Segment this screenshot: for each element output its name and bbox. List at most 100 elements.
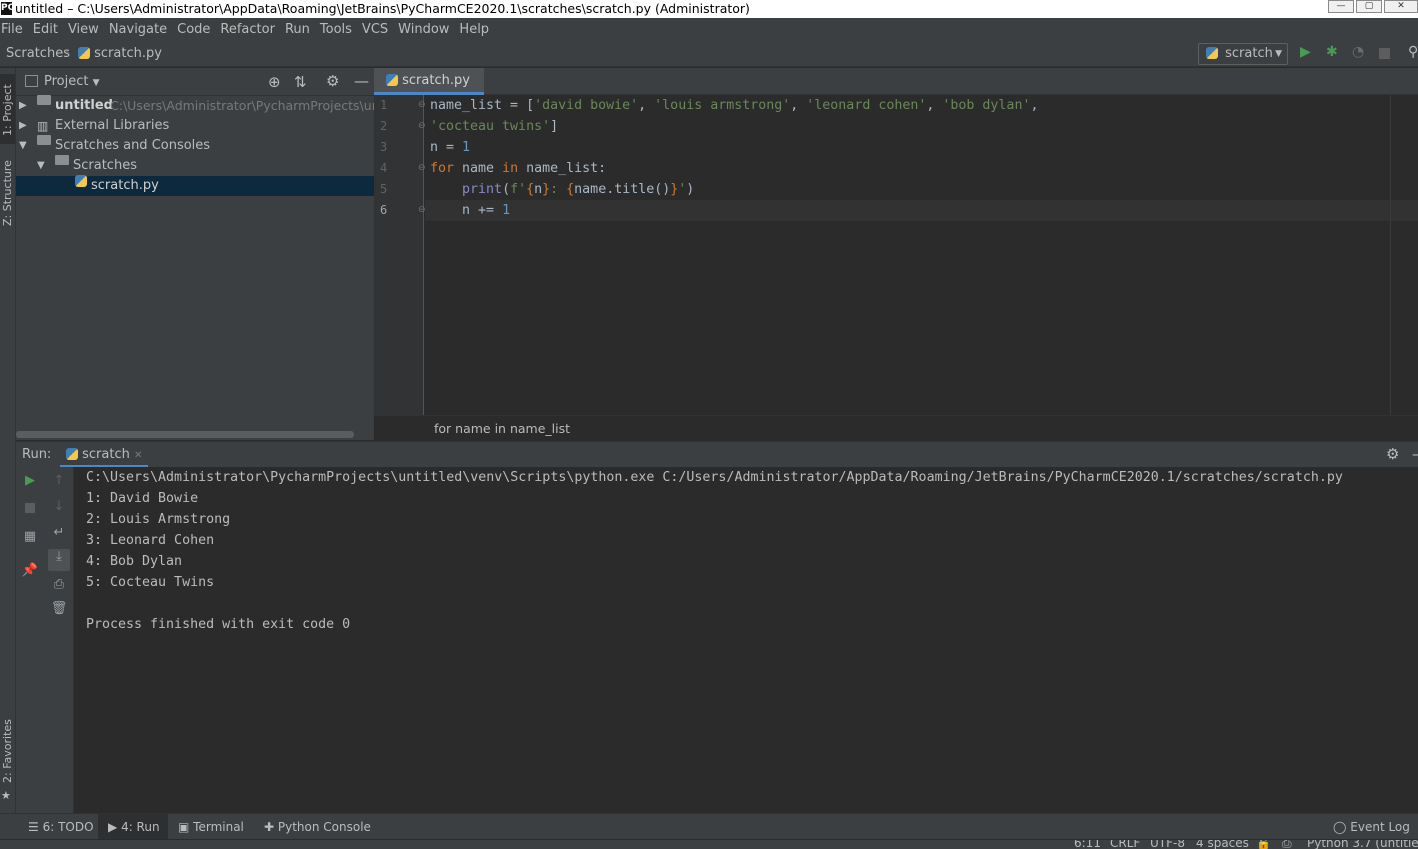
menu-window[interactable]: Window <box>394 18 453 42</box>
tree-item-path: C:\Users\Administrator\PycharmProjects\u… <box>110 98 393 113</box>
run-console[interactable]: C:\Users\Administrator\PycharmProjects\u… <box>74 467 1418 813</box>
code-editor[interactable]: name_list = ['david bowie', 'louis armst… <box>425 95 1418 415</box>
collapse-all-icon[interactable]: ⇅ <box>294 73 307 91</box>
terminal-icon: ▣ <box>178 820 190 834</box>
menu-vcs[interactable]: VCS <box>358 18 392 42</box>
list-icon: ☰ <box>28 820 39 834</box>
tool-window-event-log-label: Event Log <box>1350 820 1410 834</box>
caret-position[interactable]: 6:11 <box>1074 840 1101 849</box>
project-tool-tab[interactable]: 1: Project <box>0 74 15 144</box>
event-log-icon: ◯ <box>1333 820 1347 834</box>
down-arrow-icon[interactable]: ↓ <box>49 499 69 514</box>
breadcrumb-scratches[interactable]: Scratches <box>6 42 70 66</box>
gear-icon[interactable]: ⚙ <box>326 72 339 90</box>
file-encoding[interactable]: UTF-8 <box>1150 840 1185 849</box>
menu-code[interactable]: Code <box>173 18 214 42</box>
run-tab-scratch[interactable]: scratch ✕ <box>60 442 148 468</box>
project-tool-label: 1: Project <box>1 84 14 136</box>
menu-run[interactable]: Run <box>281 18 314 42</box>
hide-panel-icon[interactable]: — <box>354 72 369 90</box>
project-panel-header: Project ▼ ⊕ ⇅ ⚙ — <box>16 68 374 96</box>
code-line-5: print(f'{n}: {name.title()}') <box>462 182 695 197</box>
minimize-button[interactable]: — <box>1328 0 1354 13</box>
project-view-selector[interactable]: Project ▼ <box>44 68 100 97</box>
horizontal-scrollbar[interactable] <box>16 431 354 438</box>
menu-view[interactable]: View <box>64 18 103 42</box>
structure-tool-tab[interactable]: Z: Structure <box>0 160 15 240</box>
run-icon[interactable]: ▶ <box>1300 44 1311 60</box>
breadcrumb-file[interactable]: scratch.py <box>78 42 162 66</box>
tree-item-untitled[interactable]: ▶ untitled C:\Users\Administrator\Pychar… <box>16 95 393 116</box>
window-title: untitled – C:\Users\Administrator\AppDat… <box>15 1 750 16</box>
interpreter-icon: ⎙ <box>1282 839 1292 849</box>
tool-window-todo-label: 6: TODO <box>42 820 94 834</box>
left-tool-stripe: 1: Project Z: Structure 2: Favorites ★ <box>0 68 16 813</box>
project-view-label: Project <box>44 74 89 89</box>
print-icon[interactable]: ⎙ <box>49 577 69 592</box>
play-icon: ▶ <box>108 820 118 834</box>
run-configuration-label: scratch <box>1225 46 1273 61</box>
soft-wrap-icon[interactable]: ↵ <box>49 525 69 540</box>
run-toolbar-primary: ▶ ▦ 📌 <box>16 467 45 813</box>
run-configuration-select[interactable]: scratch ▼ <box>1198 43 1288 65</box>
chevron-down-icon: ▼ <box>37 160 45 171</box>
console-line: 5: Cocteau Twins <box>86 575 215 590</box>
stop-icon[interactable] <box>1379 48 1390 59</box>
tree-item-external-libraries[interactable]: ▶ ▥ External Libraries <box>16 116 374 136</box>
line-separator[interactable]: CRLF <box>1110 840 1140 849</box>
close-window-button[interactable]: ✕ <box>1384 0 1418 13</box>
tree-item-scratch-py[interactable]: scratch.py <box>16 175 374 196</box>
tool-window-event-log[interactable]: ◯ Event Log <box>1333 814 1410 840</box>
tree-item-scratches[interactable]: ▼ Scratches <box>16 155 374 176</box>
python-file-icon <box>386 73 398 86</box>
gear-icon[interactable]: ⚙ <box>1386 445 1399 463</box>
menu-file[interactable]: File <box>0 18 27 42</box>
pin-icon[interactable]: 📌 <box>20 563 40 578</box>
menu-help[interactable]: Help <box>455 18 493 42</box>
debug-icon[interactable]: ✱ <box>1326 44 1338 60</box>
editor-tab-scratch-py[interactable]: scratch.py ✕ <box>374 68 484 113</box>
line-number: 3 <box>380 140 388 154</box>
tool-window-python-console[interactable]: ✚ Python Console <box>264 814 371 840</box>
line-number: 4 <box>380 161 388 175</box>
tool-window-run-label: 4: Run <box>121 820 160 834</box>
stop-icon[interactable] <box>25 503 35 513</box>
chevron-right-icon: ▶ <box>19 100 27 111</box>
tree-item-scratches-and-consoles[interactable]: ▼ Scratches and Consoles <box>16 135 374 156</box>
layout-icon[interactable]: ▦ <box>20 529 40 544</box>
console-line: 4: Bob Dylan <box>86 554 183 569</box>
favorites-tool-tab[interactable]: 2: Favorites ★ <box>0 719 15 808</box>
menu-edit[interactable]: Edit <box>29 18 62 42</box>
lock-icon[interactable]: 🔓 <box>1256 840 1271 849</box>
menu-tools[interactable]: Tools <box>316 18 356 42</box>
editor-breadcrumb-bar: for name in name_list <box>374 415 1418 441</box>
structure-tool-label: Z: Structure <box>1 160 14 226</box>
star-icon: ★ <box>1 789 11 802</box>
hide-panel-icon[interactable]: — <box>1412 445 1418 463</box>
navigation-bar: Scratches › scratch.py scratch ▼ ▶ ✱ ◔ ⚲ <box>0 42 1418 67</box>
python-interpreter[interactable]: Python 3.7 (untitled <box>1307 840 1418 849</box>
maximize-button[interactable]: ▢ <box>1356 0 1382 13</box>
tool-window-run[interactable]: ▶ 4: Run <box>98 814 168 840</box>
line-number: 2 <box>380 119 388 133</box>
indent-setting[interactable]: 4 spaces <box>1196 840 1249 849</box>
scroll-to-end-icon[interactable]: ⤓ <box>48 549 70 571</box>
close-tab-icon[interactable]: ✕ <box>134 450 142 461</box>
editor-gutter: 1 2 3 4 5 6 ⊖ ⊖ ⊖ ⊖ <box>374 95 426 415</box>
tool-window-terminal[interactable]: ▣ Terminal <box>178 814 244 840</box>
run-with-coverage-icon[interactable]: ◔ <box>1352 44 1364 60</box>
locate-file-icon[interactable]: ⊕ <box>268 73 281 91</box>
python-icon <box>1206 46 1218 59</box>
menu-refactor[interactable]: Refactor <box>216 18 279 42</box>
chevron-down-icon: ▼ <box>19 140 27 151</box>
editor-tab-bar: scratch.py ✕ <box>374 68 1418 113</box>
project-tree: ▶ untitled C:\Users\Administrator\Pychar… <box>16 95 393 440</box>
search-icon[interactable]: ⚲ <box>1408 44 1418 60</box>
tool-window-todo[interactable]: ☰ 6: TODO <box>28 814 94 840</box>
run-panel-header: Run: scratch ✕ ⚙ — <box>16 441 1418 468</box>
trash-icon[interactable]: 🗑 <box>49 601 69 616</box>
up-arrow-icon[interactable]: ↑ <box>49 473 69 488</box>
editor-breadcrumb[interactable]: for name in name_list <box>434 416 570 442</box>
rerun-icon[interactable]: ▶ <box>20 473 40 488</box>
menu-navigate[interactable]: Navigate <box>105 18 171 42</box>
